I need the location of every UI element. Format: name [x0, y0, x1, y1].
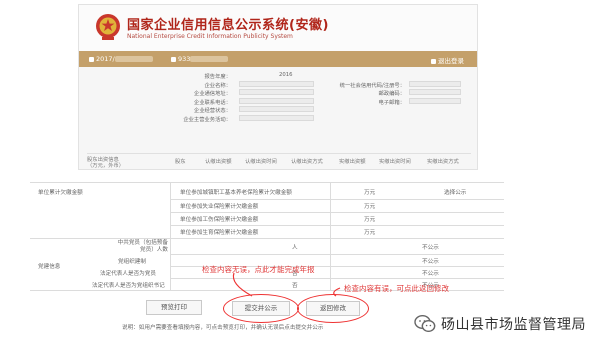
business-status-field[interactable]: [239, 106, 314, 112]
grid-header: 实缴出资额: [339, 159, 366, 165]
grid-header: 认缴出资时间: [245, 159, 277, 165]
field-label: 企业主营业务活动：: [183, 116, 231, 123]
site-subtitle: National Enterprise Credit Information P…: [127, 33, 293, 40]
logout-link[interactable]: 退出登录: [431, 55, 464, 65]
grid-header: 股东出资信息（万元，外币）: [87, 157, 125, 169]
article-image: 国家企业信用信息公示系统(安徽) National Enterprise Cre…: [0, 0, 600, 349]
registration-code-info: 933: [171, 55, 229, 63]
national-emblem-icon: [96, 14, 120, 40]
site-title: 国家企业信用信息公示系统(安徽): [127, 18, 329, 33]
basic-info-form: 报告年度： 2016 企业名称： 统一社会信用代码/注册号： 企业通信地址： 邮…: [79, 71, 477, 123]
postcode-field[interactable]: [409, 89, 461, 95]
form-row: 企业主营业务活动：: [79, 114, 477, 123]
main-business-field[interactable]: [239, 114, 314, 121]
user-bar: 2017/ 933 退出登录: [79, 51, 477, 67]
form-row: 企业经营状态：: [79, 105, 477, 114]
credit-code-field[interactable]: [409, 80, 461, 87]
grid-header: 实缴出资方式: [427, 159, 459, 165]
form-row: 报告年度： 2016: [79, 71, 477, 80]
report-year-value: 2016: [279, 72, 293, 78]
wechat-watermark: 砀山县市场监督管理局: [414, 313, 586, 335]
grid-header: 认缴出资额: [205, 159, 232, 165]
id-icon: [171, 56, 176, 62]
logout-icon: [431, 58, 436, 64]
form-row: 企业通信地址： 邮政编码：: [79, 88, 477, 97]
grid-header: 实缴出资时间: [379, 159, 411, 165]
phone-field[interactable]: [239, 97, 314, 104]
company-name-field[interactable]: [239, 80, 314, 87]
calendar-icon: [89, 56, 94, 62]
watermark-text: 砀山县市场监督管理局: [441, 317, 586, 333]
form-row: 企业名称： 统一社会信用代码/注册号：: [79, 80, 477, 89]
footer-note: 说明：如用户需要查看填报内容，可点击预览打印，并确认无误后点击提交并公示: [122, 325, 324, 331]
report-year-info: 2017/: [89, 55, 153, 63]
address-field[interactable]: [239, 89, 314, 95]
shareholder-grid-header: 股东出资信息（万元，外币） 股东 认缴出资额 认缴出资时间 认缴出资方式 实缴出…: [87, 153, 471, 169]
grid-header: 认缴出资方式: [291, 159, 323, 165]
grid-header: 股东: [175, 159, 186, 165]
report-form-screenshot: 国家企业信用信息公示系统(安徽) National Enterprise Cre…: [78, 4, 478, 170]
site-header: 国家企业信用信息公示系统(安徽) National Enterprise Cre…: [79, 5, 477, 51]
wechat-icon: [414, 314, 436, 333]
email-field[interactable]: [409, 97, 461, 104]
form-row: 企业联系电话： 电子邮箱：: [79, 97, 477, 106]
